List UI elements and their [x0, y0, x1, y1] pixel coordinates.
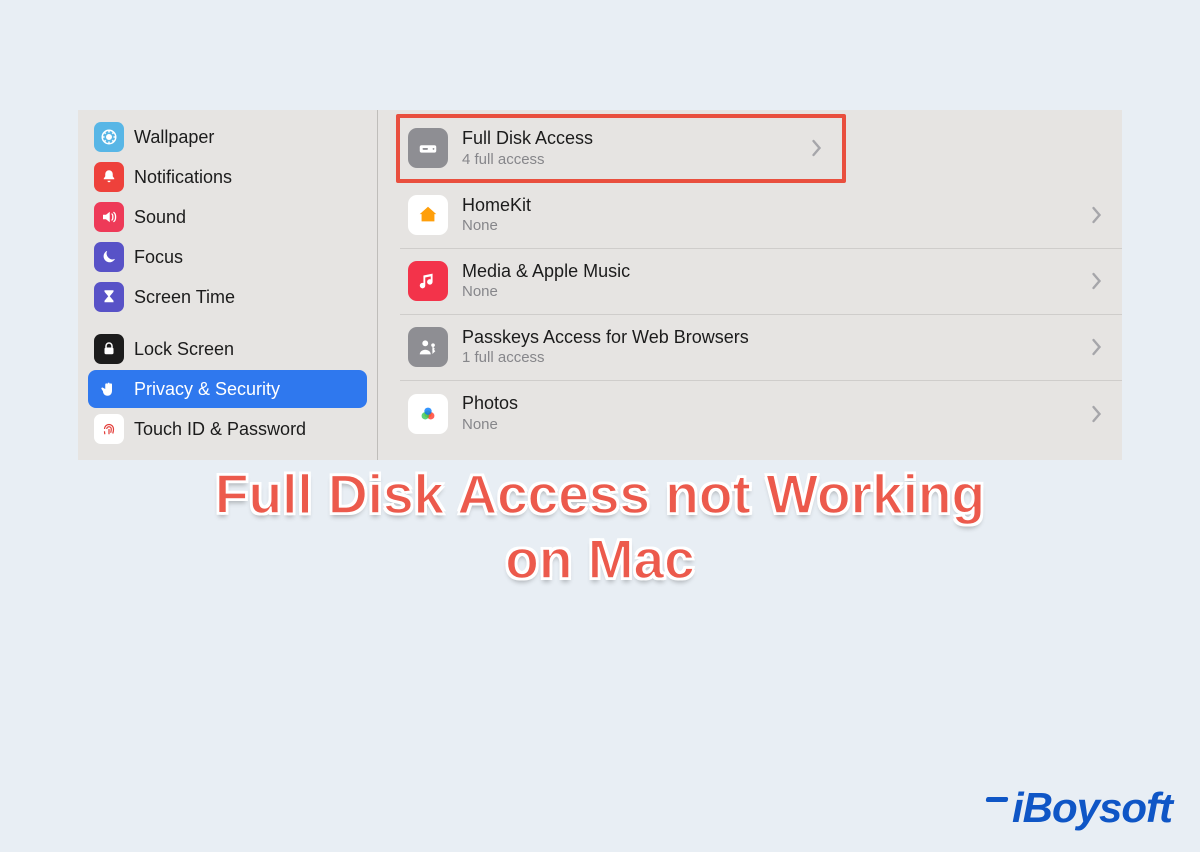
music-icon: [408, 261, 448, 301]
chevron-right-icon: [811, 139, 822, 157]
lock-icon: [94, 334, 124, 364]
sidebar-item-wallpaper[interactable]: Wallpaper: [88, 118, 367, 156]
sidebar-group-2: Lock Screen Privacy & Security Touch ID …: [88, 330, 367, 448]
brand-logo: iBoysoft: [986, 784, 1172, 832]
row-homekit[interactable]: HomeKit None: [400, 183, 1122, 249]
sidebar-item-notifications[interactable]: Notifications: [88, 158, 367, 196]
sidebar-item-label: Screen Time: [134, 282, 235, 312]
row-subtitle: None: [462, 416, 1077, 434]
row-title: HomeKit: [462, 195, 1077, 217]
photos-icon: [408, 394, 448, 434]
row-title: Passkeys Access for Web Browsers: [462, 327, 1077, 349]
row-title: Full Disk Access: [462, 128, 797, 150]
row-text: Photos None: [462, 393, 1077, 434]
sidebar-item-label: Touch ID & Password: [134, 414, 306, 444]
sidebar-item-label: Focus: [134, 242, 183, 272]
caption-line-1: Full Disk Access not Working: [0, 462, 1200, 527]
sidebar-item-focus[interactable]: Focus: [88, 238, 367, 276]
row-media-music[interactable]: Media & Apple Music None: [400, 249, 1122, 315]
disk-icon: [408, 128, 448, 168]
sidebar-item-label: Sound: [134, 202, 186, 232]
system-settings-window: Wallpaper Notifications Sound Focus: [78, 110, 1122, 460]
caption-line-2: on Mac: [0, 527, 1200, 592]
sidebar-item-label: Privacy & Security: [134, 374, 280, 404]
row-full-disk-access[interactable]: Full Disk Access 4 full access: [396, 114, 846, 183]
sidebar-item-label: Notifications: [134, 162, 232, 192]
brand-name: iBoysoft: [1012, 784, 1172, 832]
sidebar-item-screentime[interactable]: Screen Time: [88, 278, 367, 316]
sidebar: Wallpaper Notifications Sound Focus: [78, 110, 378, 460]
chevron-right-icon: [1091, 338, 1102, 356]
privacy-settings-list: Full Disk Access 4 full access HomeKit N…: [378, 110, 1122, 460]
sidebar-item-lockscreen[interactable]: Lock Screen: [88, 330, 367, 368]
row-subtitle: None: [462, 283, 1077, 301]
row-title: Photos: [462, 393, 1077, 415]
chevron-right-icon: [1091, 405, 1102, 423]
row-subtitle: None: [462, 217, 1077, 235]
row-text: HomeKit None: [462, 195, 1077, 236]
headline-caption: Full Disk Access not Working on Mac: [0, 462, 1200, 592]
hourglass-icon: [94, 282, 124, 312]
row-title: Media & Apple Music: [462, 261, 1077, 283]
chevron-right-icon: [1091, 206, 1102, 224]
row-text: Passkeys Access for Web Browsers 1 full …: [462, 327, 1077, 368]
speaker-icon: [94, 202, 124, 232]
sidebar-group-1: Wallpaper Notifications Sound Focus: [88, 118, 367, 316]
moon-icon: [94, 242, 124, 272]
row-subtitle: 4 full access: [462, 151, 797, 169]
sidebar-item-label: Lock Screen: [134, 334, 234, 364]
sidebar-item-label: Wallpaper: [134, 122, 214, 152]
row-subtitle: 1 full access: [462, 349, 1077, 367]
sidebar-item-touchid[interactable]: Touch ID & Password: [88, 410, 367, 448]
hand-icon: [94, 374, 124, 404]
passkey-icon: [408, 327, 448, 367]
list: Full Disk Access 4 full access HomeKit N…: [400, 114, 1122, 447]
row-text: Media & Apple Music None: [462, 261, 1077, 302]
sidebar-item-privacy-security[interactable]: Privacy & Security: [88, 370, 367, 408]
wallpaper-icon: [94, 122, 124, 152]
row-passkeys[interactable]: Passkeys Access for Web Browsers 1 full …: [400, 315, 1122, 381]
sidebar-item-sound[interactable]: Sound: [88, 198, 367, 236]
fingerprint-icon: [94, 414, 124, 444]
brand-accent-icon: [986, 797, 1009, 802]
row-text: Full Disk Access 4 full access: [462, 128, 797, 169]
bell-icon: [94, 162, 124, 192]
row-photos[interactable]: Photos None: [400, 381, 1122, 447]
home-icon: [408, 195, 448, 235]
chevron-right-icon: [1091, 272, 1102, 290]
